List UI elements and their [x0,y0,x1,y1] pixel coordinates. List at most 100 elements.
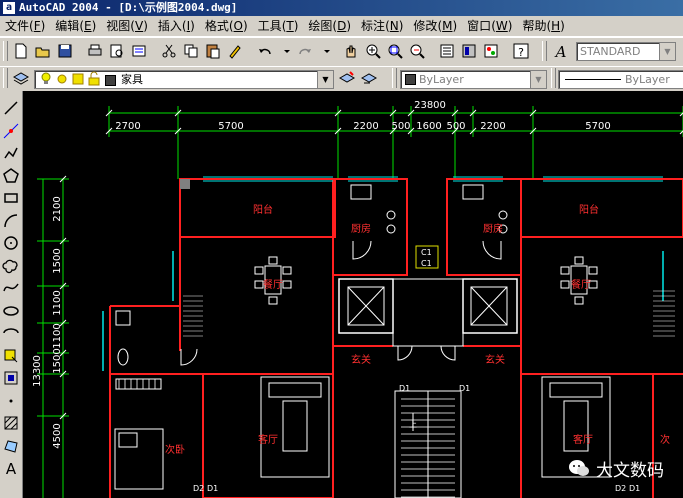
lock-icon[interactable] [87,71,101,88]
save-icon[interactable] [56,42,74,60]
dining-chair [574,296,584,305]
floor-plan-drawing[interactable]: 23800 2700 5700 2200 500 1600 500 2200 5700 13300… [23,91,683,498]
cut-icon[interactable] [160,42,178,60]
construction-line-icon[interactable] [2,122,20,140]
redo-icon[interactable] [296,42,314,60]
top-dimension-label: 5700 [585,121,610,132]
room-label-foyer-right: 玄关 [485,353,505,366]
copy-icon[interactable] [182,42,200,60]
dining-chair [560,280,570,289]
properties-icon[interactable] [438,42,456,60]
stove-burner [386,224,396,234]
circle-icon[interactable] [2,234,20,252]
menu-item-e[interactable]: 编辑(E) [50,16,101,36]
text-style-dropdown[interactable]: STANDARD ▼ [576,42,676,61]
print-preview-icon[interactable] [108,42,126,60]
open-file-icon[interactable] [34,42,52,60]
polygon-icon[interactable] [2,167,20,185]
coffee-table [282,400,308,452]
insert-block-icon[interactable] [2,347,20,365]
lightbulb-icon[interactable] [39,71,53,88]
toolbar-grip[interactable] [392,68,397,88]
menu-item-d[interactable]: 绘图(D) [303,16,356,36]
menu-item-f[interactable]: 文件(F) [0,16,50,36]
multiline-text-icon[interactable]: A [2,459,20,478]
menu-item-t[interactable]: 工具(T) [253,16,304,36]
menu-item-label: 文件 [5,19,30,33]
help-icon[interactable]: ? [512,42,530,60]
drawing-canvas[interactable]: 23800 2700 5700 2200 500 1600 500 2200 5700 13300… [23,91,683,498]
top-dimension-label: 500 [391,121,410,132]
tool-palettes-icon[interactable] [482,42,500,60]
toolbar-grip[interactable] [3,68,8,88]
toolbar-grip[interactable] [551,68,556,88]
toolbar-grip[interactable] [542,41,547,61]
svg-text:?: ? [518,46,524,59]
menu-item-i[interactable]: 插入(I) [153,16,200,36]
sun-icon[interactable] [55,71,69,88]
chevron-down-icon[interactable]: ▼ [317,71,333,88]
arc-icon[interactable] [2,212,20,230]
text-style-icon[interactable]: A [552,42,570,61]
menu-item-n[interactable]: 标注(N) [356,16,408,36]
menu-item-accelerator: O [233,19,243,33]
door-swing [440,345,456,361]
zoom-previous-icon[interactable] [408,42,426,60]
menu-item-accelerator: I [186,19,191,33]
match-properties-icon[interactable] [226,42,244,60]
menu-item-w[interactable]: 窗口(W) [462,16,517,36]
paste-icon[interactable] [204,42,222,60]
chevron-down-icon[interactable]: ▼ [659,43,675,60]
room-label-balcony-left: 阳台 [253,203,273,216]
menu-item-label: 绘图 [308,19,333,33]
left-dimension-label: 2100 [52,196,63,221]
publish-icon[interactable] [130,42,148,60]
ellipse-arc-icon[interactable] [2,324,20,342]
left-dimension-label: 1500 [52,248,63,273]
layer-manager-icon[interactable] [12,69,30,87]
print-icon[interactable] [86,42,104,60]
rectangle-icon[interactable] [2,189,20,207]
zoom-realtime-icon[interactable] [364,42,382,60]
top-dimension-label: 500 [446,121,465,132]
redo-dropdown-icon[interactable] [318,42,336,60]
menu-item-accelerator: W [495,19,508,33]
undo-icon[interactable] [256,42,274,60]
toolbar-grip[interactable] [3,41,8,61]
menu-item-o[interactable]: 格式(O) [200,16,253,36]
color-control-dropdown[interactable]: ByLayer ▼ [400,70,547,89]
make-object-layer-current-icon[interactable] [338,69,356,87]
layer-dropdown[interactable]: 家具 ▼ [34,70,334,89]
overall-width-dimension: 23800 [414,100,446,111]
design-center-icon[interactable] [460,42,478,60]
polyline-icon[interactable] [2,144,20,162]
menu-item-label: 工具 [257,19,282,33]
menu-item-m[interactable]: 修改(M) [408,16,462,36]
pan-icon[interactable] [342,42,360,60]
region-icon[interactable] [2,437,20,455]
new-file-icon[interactable] [12,42,30,60]
left-dimension-label: 1100 [52,290,63,315]
draw-toolbar: A [0,91,23,498]
room-label-dining-right: 餐厅 [571,278,591,291]
make-block-icon[interactable] [2,369,20,387]
ellipse-icon[interactable] [2,302,20,320]
menu-item-label: 格式 [204,19,229,33]
menu-item-h[interactable]: 帮助(H) [517,16,569,36]
menu-bar: 文件(F) 编辑(E) 视图(V) 插入(I) 格式(O) 工具(T) 绘图(D) 标注(N)… [0,16,683,37]
undo-dropdown-icon[interactable] [278,42,296,60]
left-overall-dimension: 13300 [32,355,43,387]
spline-icon[interactable] [2,279,20,297]
zoom-window-icon[interactable] [386,42,404,60]
revision-cloud-icon[interactable] [2,257,20,275]
balcony-right-wall [520,178,683,238]
freeze-viewport-icon[interactable] [71,71,85,88]
linetype-control-dropdown[interactable]: ByLayer [558,70,683,89]
line-icon[interactable] [2,99,20,117]
layer-previous-icon[interactable] [360,69,378,87]
chevron-down-icon[interactable]: ▼ [530,71,546,88]
hatch-icon[interactable] [2,414,20,432]
point-icon[interactable] [2,392,20,410]
menu-item-v[interactable]: 视图(V) [101,16,153,36]
autocad-app-icon[interactable]: a [3,2,15,14]
